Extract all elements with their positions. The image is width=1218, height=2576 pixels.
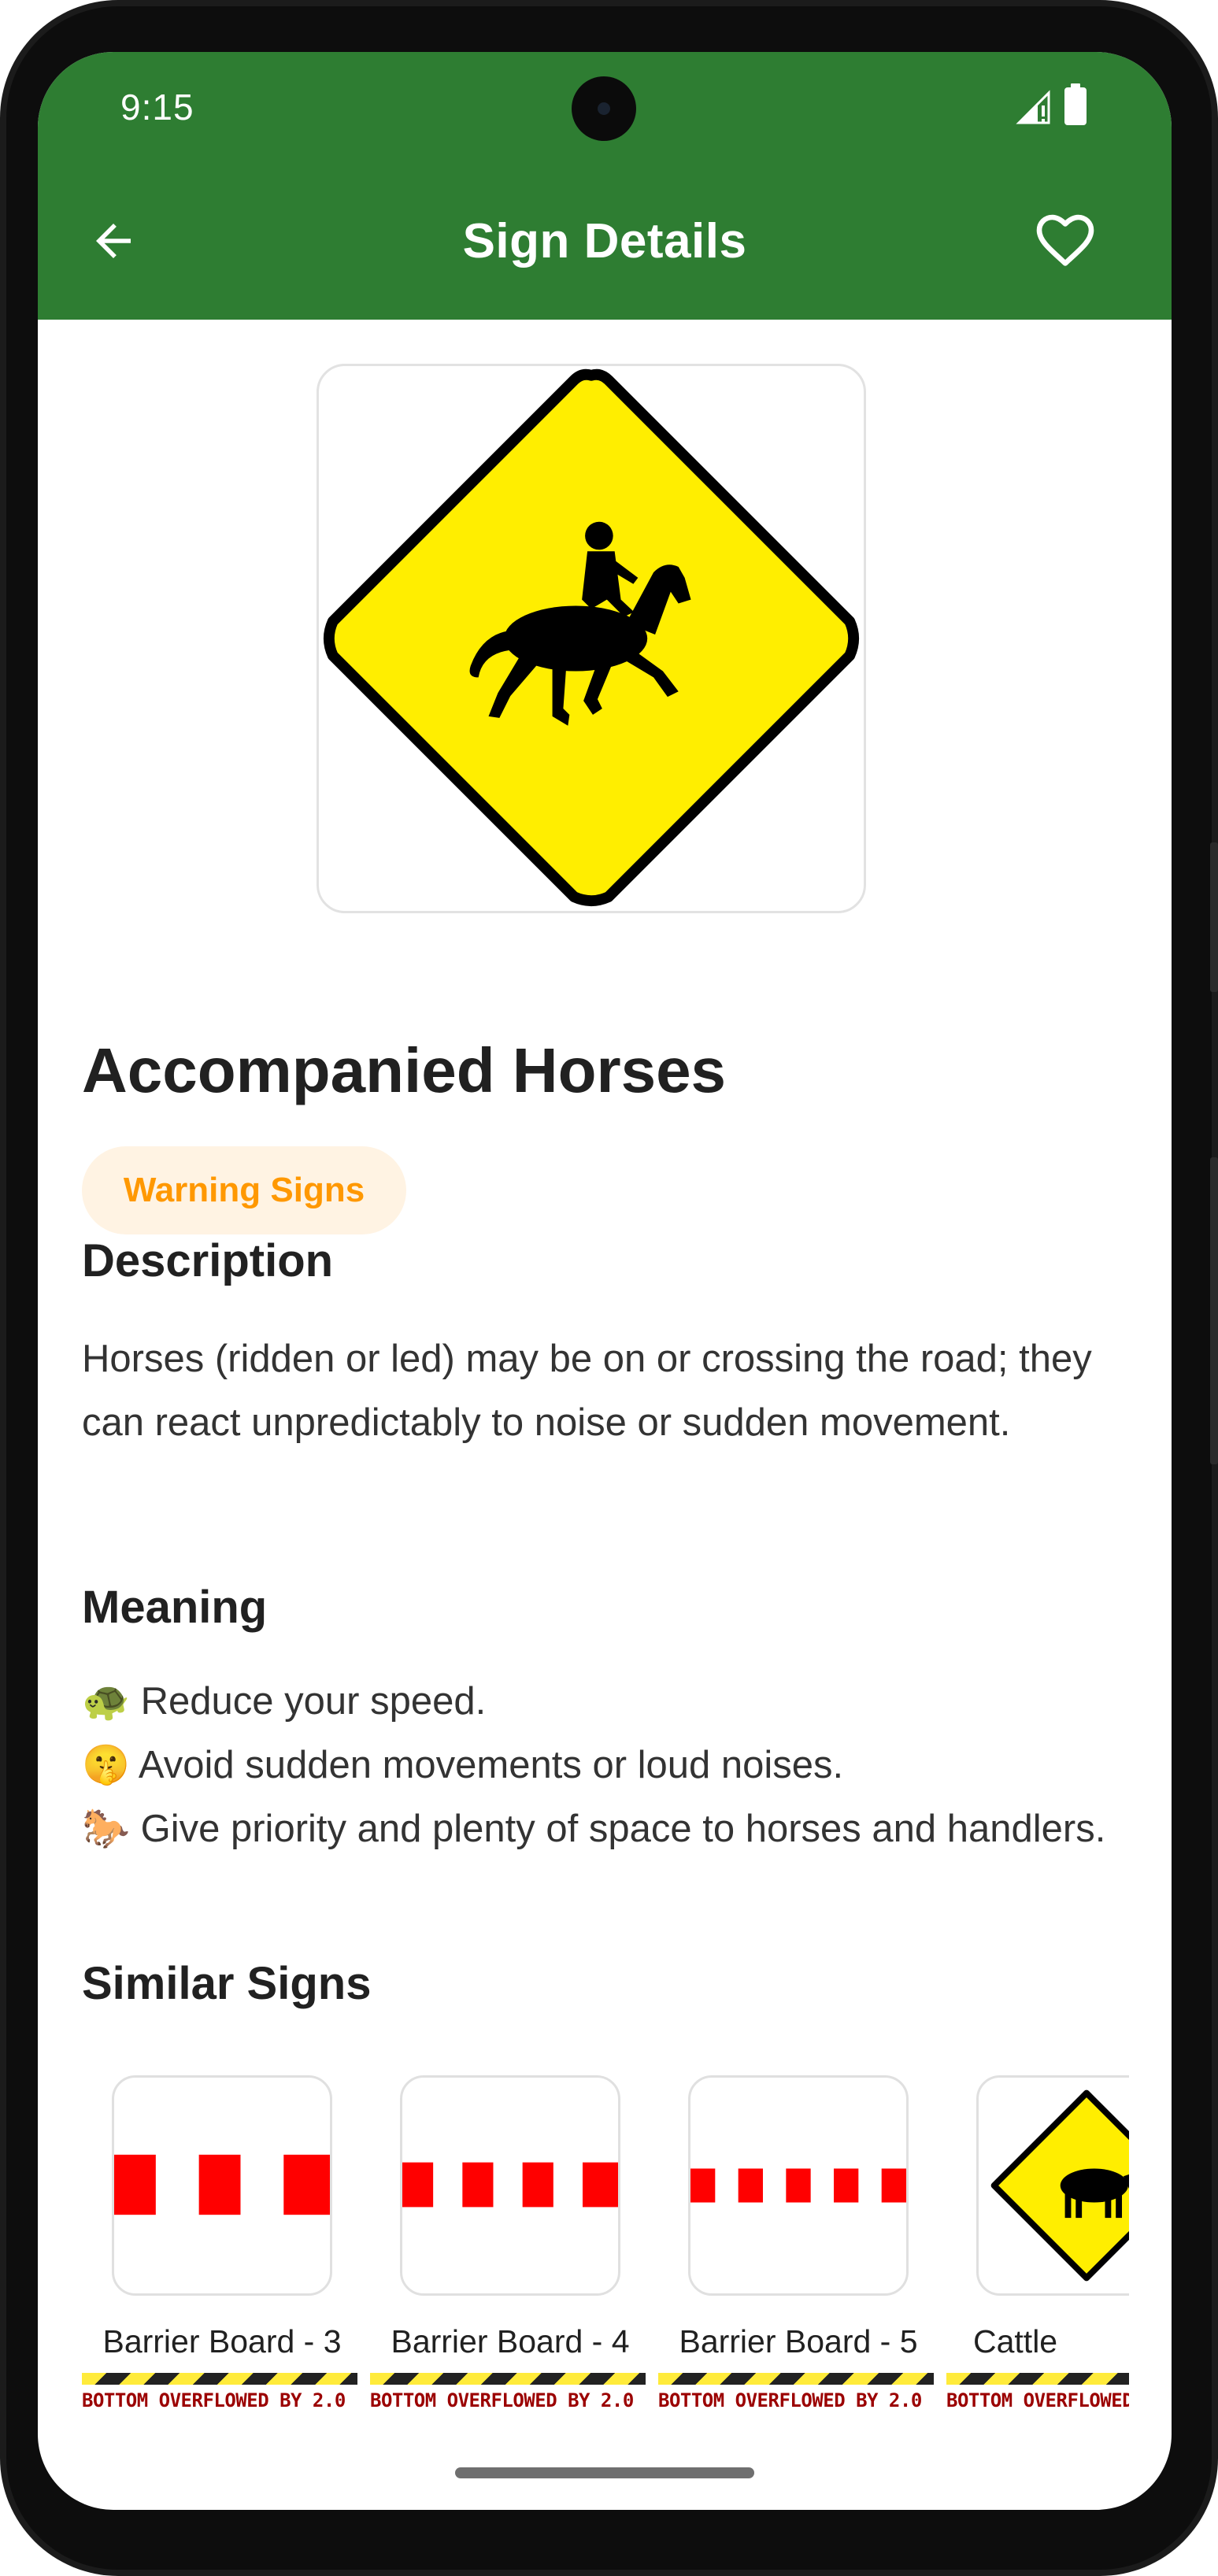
barrier-board-4-icon — [402, 2162, 618, 2208]
home-indicator[interactable] — [455, 2467, 754, 2478]
similar-sign-item[interactable]: Cattle BOTTOM OVERFLOWED BY 2.0 PIXELS — [946, 2075, 1129, 2445]
meaning-item: 🐎 Give priority and plenty of space to h… — [82, 1808, 1106, 1850]
arrow-left-icon — [96, 224, 131, 258]
phone-frame: 9:15 Sign Details Accompanied Horses War… — [0, 0, 1218, 2576]
overflow-warning-stripe — [658, 2373, 934, 2385]
description-text: Horses (ridden or led) may be on or cros… — [82, 1338, 1092, 1444]
barrier-board-5-icon — [690, 2168, 906, 2203]
status-time: 9:15 — [120, 87, 194, 128]
category-chip: Warning Signs — [82, 1146, 406, 1234]
favorite-button[interactable] — [1030, 209, 1101, 272]
meaning-list: 🐢 Reduce your speed. 🤫 Avoid sudden move… — [82, 1670, 1129, 1861]
signal-icon — [1016, 90, 1050, 124]
front-camera — [572, 76, 636, 141]
similar-sign-label: Barrier Board - 4 — [391, 2323, 630, 2359]
similar-sign-label: Cattle — [973, 2323, 1058, 2359]
similar-sign-thumbnail — [400, 2075, 620, 2296]
similar-sign-item[interactable]: Barrier Board - 3 BOTTOM OVERFLOWED BY 2… — [82, 2075, 362, 2445]
similar-signs-heading: Similar Signs — [82, 1958, 372, 2009]
meaning-item: 🤫 Avoid sudden movements or loud noises. — [82, 1744, 844, 1786]
overflow-warning-text: BOTTOM OVERFLOWED BY 2.0 PIXELS — [946, 2389, 1129, 2411]
page-title: Sign Details — [462, 214, 747, 268]
similar-sign-thumbnail — [688, 2075, 909, 2296]
volume-button — [1210, 842, 1218, 992]
meaning-item: 🐢 Reduce your speed. — [82, 1680, 487, 1723]
sign-image-card — [317, 364, 866, 913]
overflow-warning-stripe — [370, 2373, 646, 2385]
app-bar: 9:15 Sign Details — [38, 52, 1172, 320]
screen: 9:15 Sign Details Accompanied Horses War… — [38, 52, 1172, 2510]
similar-sign-label: Barrier Board - 3 — [102, 2323, 342, 2359]
back-button[interactable] — [82, 209, 145, 272]
description-heading: Description — [82, 1235, 334, 1286]
similar-sign-item[interactable]: Barrier Board - 4 BOTTOM OVERFLOWED BY 2… — [370, 2075, 650, 2445]
overflow-warning-stripe — [82, 2373, 357, 2385]
power-button — [1210, 1157, 1218, 1464]
sign-name: Accompanied Horses — [82, 1035, 727, 1105]
overflow-warning-stripe — [946, 2373, 1129, 2385]
similar-sign-label: Barrier Board - 5 — [679, 2323, 918, 2359]
barrier-board-3-icon — [114, 2154, 330, 2215]
similar-signs-list: Barrier Board - 3 BOTTOM OVERFLOWED BY 2… — [82, 2075, 1129, 2485]
battery-icon — [1064, 83, 1087, 125]
heart-outline-icon — [1036, 214, 1094, 266]
similar-sign-item[interactable]: Barrier Board - 5 BOTTOM OVERFLOWED BY 2… — [658, 2075, 938, 2445]
cattle-warning-sign-icon — [990, 2089, 1129, 2282]
overflow-warning-text: BOTTOM OVERFLOWED BY 2.0 PIXELS — [658, 2389, 934, 2411]
similar-sign-thumbnail — [112, 2075, 332, 2296]
overflow-warning-text: BOTTOM OVERFLOWED BY 2.0 PIXELS — [370, 2389, 646, 2411]
horse-rider-warning-sign — [323, 368, 860, 907]
meaning-heading: Meaning — [82, 1582, 268, 1633]
overflow-warning-text: BOTTOM OVERFLOWED BY 2.0 PIXELS — [82, 2389, 357, 2411]
similar-sign-thumbnail — [976, 2075, 1129, 2296]
